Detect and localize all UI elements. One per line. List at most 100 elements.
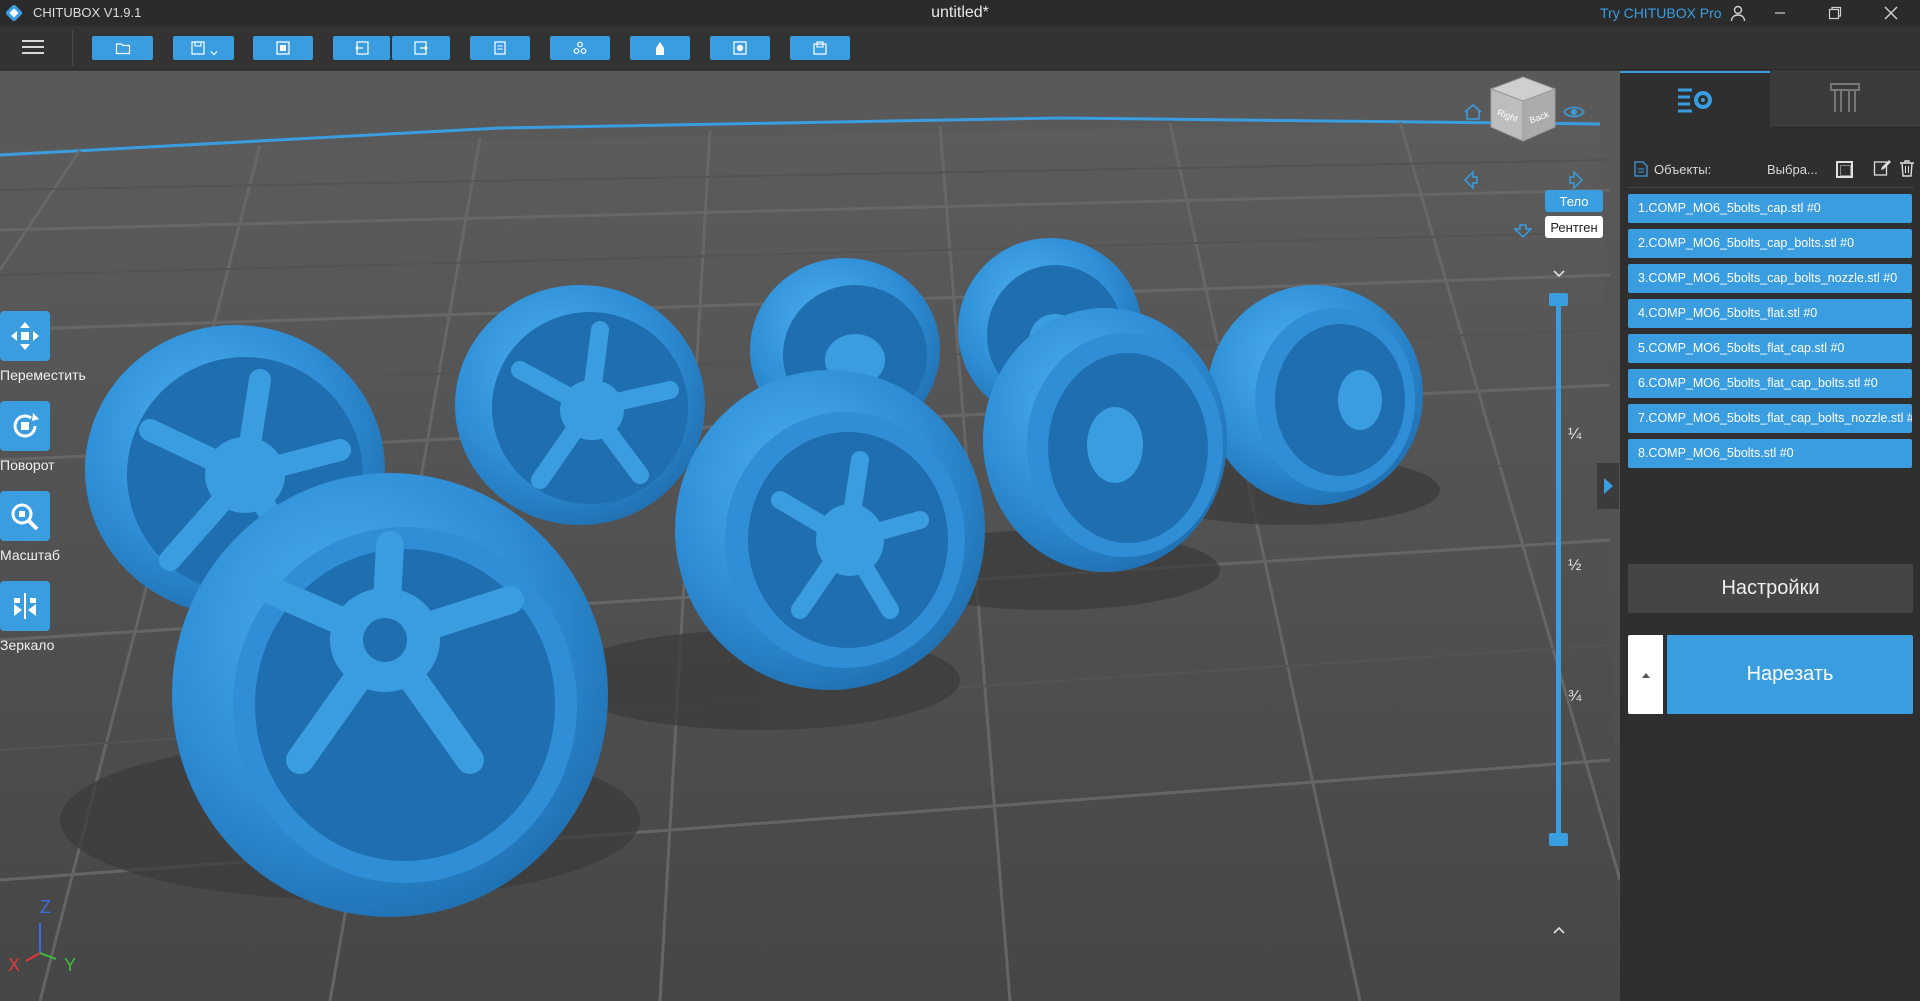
objects-label: Объекты: [1654, 162, 1712, 177]
scale-tool[interactable]: Масштаб [0, 491, 90, 563]
dig-hole-button[interactable] [710, 36, 770, 60]
list-item[interactable]: 4.COMP_MO6_5bolts_flat.stl #0 [1628, 299, 1912, 328]
layer-slider-bottom-handle[interactable] [1549, 833, 1568, 846]
folder-icon [115, 43, 130, 55]
mirror-tool[interactable]: Зеркало [0, 581, 90, 653]
axis-z-label: Z [40, 897, 51, 917]
close-icon [1884, 6, 1898, 20]
user-icon[interactable] [1729, 4, 1747, 22]
objects-header: Объекты: Выбра... [1634, 159, 1914, 183]
move-icon [0, 311, 50, 361]
restore-icon [1828, 6, 1842, 20]
right-panel: Объекты: Выбра... 1.COMP_MO6_5bolts_cap.… [1620, 71, 1920, 1001]
trash-icon[interactable] [1898, 159, 1916, 177]
build-platform-button[interactable] [790, 36, 850, 60]
wheel-model[interactable] [172, 473, 608, 917]
close-button[interactable] [1868, 0, 1914, 26]
minimize-icon [1775, 12, 1785, 14]
wheel-model[interactable] [983, 308, 1227, 572]
title-bar: CHITUBOX V1.9.1 untitled* Try CHITUBOX P… [0, 0, 1920, 26]
scale-icon [0, 491, 50, 541]
hole-icon [733, 41, 747, 55]
view-down-arrow-icon[interactable] [1513, 223, 1533, 239]
edit-icon[interactable] [1873, 159, 1891, 177]
mirror-icon [0, 581, 50, 631]
app-name: CHITUBOX V1.9.1 [33, 5, 142, 20]
triangle-right-icon [1604, 478, 1613, 494]
list-item[interactable]: 8.COMP_MO6_5bolts.stl #0 [1628, 439, 1912, 468]
restore-button[interactable] [1812, 0, 1858, 26]
toolbar-divider [72, 30, 73, 66]
objects-icon [573, 41, 587, 54]
axis-y-label: Y [64, 955, 76, 975]
list-item[interactable]: 6.COMP_MO6_5bolts_flat_cap_bolts.stl #0 [1628, 369, 1912, 398]
minimize-button[interactable] [1757, 0, 1803, 26]
home-view-icon[interactable] [1463, 102, 1483, 122]
platform-icon [813, 41, 827, 55]
slice-options-button[interactable] [1628, 635, 1663, 714]
hamburger-menu-button[interactable] [18, 36, 48, 60]
build-plate-scene [0, 71, 1620, 1001]
copy-button[interactable] [470, 36, 530, 60]
slider-mark-quarter: ¼ [1568, 426, 1582, 443]
wheel-model[interactable] [455, 285, 705, 525]
move-tool[interactable]: Переместить [0, 311, 90, 383]
body-view-toggle[interactable]: Тело [1545, 190, 1603, 212]
main-toolbar [0, 26, 1920, 70]
select-all-label: Выбра... [1767, 162, 1818, 177]
slider-mark-three-quarter: ¾ [1568, 688, 1582, 705]
axis-x-label: X [8, 955, 20, 975]
tab-supports[interactable] [1770, 71, 1920, 126]
objects-divider [1628, 187, 1914, 188]
layer-slider-track[interactable] [1556, 299, 1561, 839]
list-item[interactable]: 1.COMP_MO6_5bolts_cap.stl #0 [1628, 194, 1912, 223]
slider-mark-half: ½ [1568, 557, 1582, 574]
settings-list-icon [1678, 88, 1712, 112]
hollow-icon [656, 42, 664, 55]
3d-viewport[interactable] [0, 71, 1620, 1001]
undo-button[interactable] [333, 36, 390, 60]
list-item[interactable]: 2.COMP_MO6_5bolts_cap_bolts.stl #0 [1628, 229, 1912, 258]
eye-icon[interactable] [1563, 104, 1585, 120]
undo-icon [354, 41, 369, 55]
select-all-checkbox[interactable] [1836, 161, 1853, 178]
scale-label: Масштаб [0, 547, 60, 563]
chevron-up-icon[interactable] [1551, 922, 1567, 938]
save-button[interactable] [173, 36, 234, 60]
objects-list: 1.COMP_MO6_5bolts_cap.stl #0 2.COMP_MO6_… [1628, 194, 1912, 474]
save-icon [190, 41, 205, 55]
copy-icon [494, 41, 506, 55]
auto-layout-button[interactable] [253, 36, 313, 60]
view-cube[interactable]: Right Back [1489, 75, 1557, 143]
multi-copy-button[interactable] [550, 36, 610, 60]
layout-icon [276, 41, 290, 55]
rotate-label: Поворот [0, 457, 55, 473]
view-right-arrow-icon[interactable] [1568, 170, 1584, 190]
tab-model-settings[interactable] [1620, 71, 1770, 126]
list-item[interactable]: 3.COMP_MO6_5bolts_cap_bolts_nozzle.stl #… [1628, 264, 1912, 293]
try-pro-link[interactable]: Try CHITUBOX Pro [1600, 5, 1722, 21]
rotate-tool[interactable]: Поворот [0, 401, 90, 473]
panel-collapse-button[interactable] [1597, 463, 1619, 509]
settings-button[interactable]: Настройки [1628, 564, 1913, 613]
axis-indicator: Z X Y [8, 897, 76, 975]
slice-button[interactable]: Нарезать [1667, 635, 1913, 714]
view-left-arrow-icon[interactable] [1463, 170, 1479, 190]
hollow-button[interactable] [630, 36, 690, 60]
wheel-model[interactable] [1207, 285, 1423, 505]
layer-slider-top-handle[interactable] [1549, 293, 1568, 306]
open-file-button[interactable] [92, 36, 153, 60]
rotate-icon [0, 401, 50, 451]
document-icon [1634, 161, 1648, 177]
chitubox-logo-icon [4, 3, 24, 23]
wheel-model[interactable] [675, 370, 985, 690]
xray-view-toggle[interactable]: Рентген [1545, 216, 1603, 238]
move-label: Переместить [0, 367, 86, 383]
mirror-label: Зеркало [0, 637, 55, 653]
chevron-down-icon [209, 51, 218, 56]
list-item[interactable]: 5.COMP_MO6_5bolts_flat_cap.stl #0 [1628, 334, 1912, 363]
list-item[interactable]: 7.COMP_MO6_5bolts_flat_cap_bolts_nozzle.… [1628, 404, 1912, 433]
redo-button[interactable] [392, 36, 450, 60]
supports-icon [1830, 83, 1860, 112]
chevron-down-icon[interactable] [1551, 266, 1567, 282]
